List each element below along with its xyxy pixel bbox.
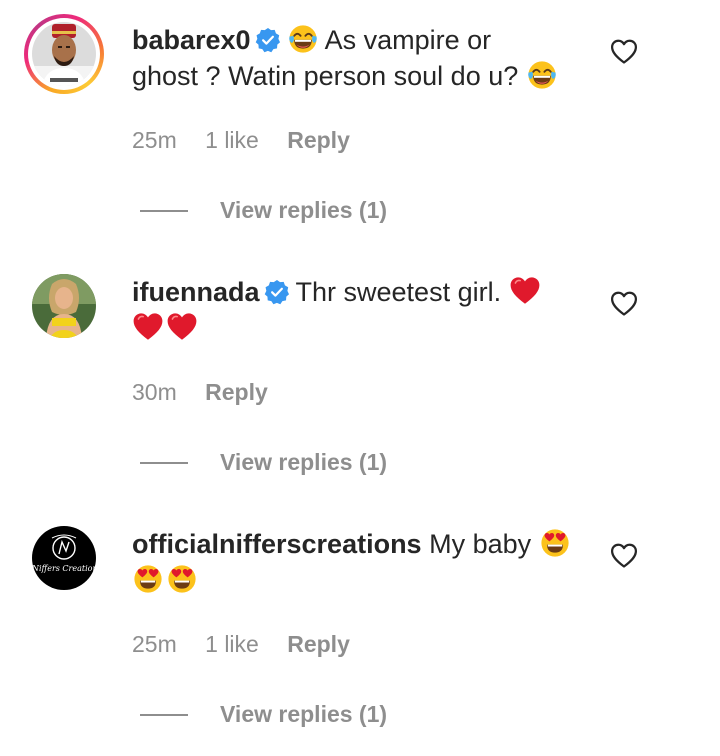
avatar-image: [32, 274, 96, 338]
like-heart-icon[interactable]: [610, 38, 638, 66]
verified-badge-icon: [264, 279, 290, 305]
avatar-image: [32, 22, 96, 86]
avatar-logo-text: Niffers Creation: [32, 564, 96, 573]
avatar[interactable]: [32, 274, 96, 338]
avatar-image: [32, 526, 96, 590]
like-heart-icon[interactable]: [610, 290, 638, 318]
comment-text-line1: My baby: [429, 529, 532, 559]
comment-username[interactable]: babarex0: [132, 25, 251, 55]
comment-likes[interactable]: 1 like: [205, 631, 259, 657]
reply-button[interactable]: Reply: [287, 631, 350, 657]
replies-divider: [140, 210, 188, 212]
tears-of-joy-emoji-icon: [287, 23, 319, 55]
comment-body: babarex0 As vampire or ghost ? Watin per…: [132, 22, 582, 94]
reply-button[interactable]: Reply: [287, 127, 350, 153]
comment-meta: 30m Reply: [132, 379, 290, 406]
red-heart-emoji-icon: [509, 275, 541, 307]
view-replies-button[interactable]: View replies (1): [220, 449, 387, 476]
view-replies-button[interactable]: View replies (1): [220, 701, 387, 728]
comment-text-line2: ghost ? Watin person soul do u?: [132, 61, 519, 91]
comment-username[interactable]: ifuennada: [132, 277, 260, 307]
comment-item: Niffers Creation officialnifferscreation…: [0, 504, 720, 756]
red-heart-emoji-icon: [166, 311, 198, 343]
story-ring[interactable]: [24, 14, 104, 94]
reply-button[interactable]: Reply: [205, 379, 268, 405]
avatar[interactable]: [32, 22, 96, 86]
comment-time: 25m: [132, 127, 177, 153]
heart-eyes-emoji-icon: [166, 563, 198, 595]
tears-of-joy-emoji-icon: [526, 59, 558, 91]
like-heart-icon[interactable]: [610, 542, 638, 570]
comment-text-line1: Thr sweetest girl.: [295, 277, 502, 307]
comment-meta: 25m 1 like Reply: [132, 631, 372, 658]
comment-item: babarex0 As vampire or ghost ? Watin per…: [0, 0, 720, 252]
comment-meta: 25m 1 like Reply: [132, 127, 372, 154]
comment-time: 30m: [132, 379, 177, 405]
comment-likes[interactable]: 1 like: [205, 127, 259, 153]
comment-body: ifuennada Thr sweetest girl.: [132, 274, 582, 346]
heart-eyes-emoji-icon: [132, 563, 164, 595]
heart-eyes-emoji-icon: [539, 527, 571, 559]
comment-body: officialnifferscreations My baby: [132, 526, 582, 598]
red-heart-emoji-icon: [132, 311, 164, 343]
replies-divider: [140, 714, 188, 716]
replies-divider: [140, 462, 188, 464]
comment-time: 25m: [132, 631, 177, 657]
comment-text-line1: As vampire or: [324, 25, 492, 55]
avatar[interactable]: Niffers Creation: [32, 526, 96, 590]
verified-badge-icon: [255, 27, 281, 53]
comment-username[interactable]: officialnifferscreations: [132, 529, 422, 559]
view-replies-button[interactable]: View replies (1): [220, 197, 387, 224]
comment-item: ifuennada Thr sweetest girl. 30m Reply Vi…: [0, 252, 720, 504]
